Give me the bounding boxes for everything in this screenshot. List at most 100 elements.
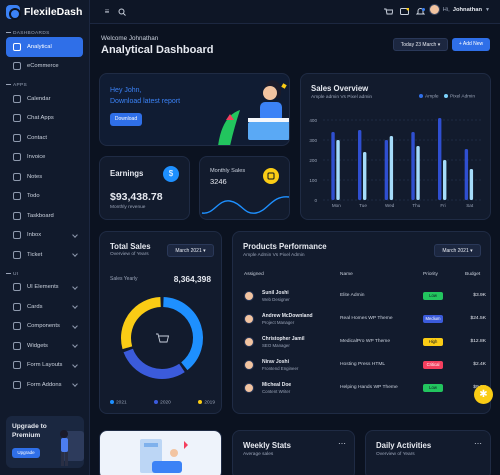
sidebar-item-todo[interactable]: Todo [6,187,83,207]
legend-ample: Ample [425,94,439,100]
sidebar-item-contact[interactable]: Contact [6,128,83,148]
sidebar-item-form-addons[interactable]: Form Addons [6,375,83,395]
sales-yearly-value: 8,364,398 [173,274,211,284]
inbox-icon [13,231,21,240]
row-person-name: Micheal Doe [262,382,292,388]
nav-section-label: DASHBOARDS [0,30,89,37]
section-dash [6,84,11,86]
sidebar-item-label: Form Layouts [27,362,63,369]
sidebar-item-ecommerce[interactable]: eCommerce [6,57,83,77]
earnings-label: Monthly revenue [110,205,146,210]
daily-title: Daily Activities [376,441,432,450]
col-priority: Priority [423,272,438,277]
monthly-sales-value: 3246 [210,177,227,186]
bar-ample [464,149,469,200]
form-layouts-icon [13,361,21,370]
bell-icon[interactable] [415,8,426,16]
table-row[interactable]: Nirav Joshi Frontend Engineer Hosting Pres… [233,354,490,377]
brand-logo[interactable]: FlexileDash [0,0,89,24]
sidebar-item-ticket[interactable]: Ticket [6,245,83,265]
form-addons-icon [13,380,21,389]
sidebar-item-notes[interactable]: Notes [6,167,83,187]
bar-pixel-admin [389,136,394,200]
bar-ample [331,132,335,200]
section-title: UI [13,271,19,277]
search-icon[interactable] [118,8,126,16]
chart-legend: Ample Pixel Admin [419,94,475,99]
sidebar-item-components[interactable]: Components [6,317,83,337]
user-menu[interactable]: Hi, Johnathan ▼ [428,4,490,15]
sidebar-item-label: Todo [27,193,40,200]
monthly-sales-card: Monthly Sales 3246 [199,156,290,220]
x-tick-label: Tue [359,203,367,208]
total-sales-select[interactable]: March 2021 ▾ [167,244,214,257]
table-row[interactable]: Christopher Jamil SEO Manager MedicalPro W… [233,331,490,354]
add-new-button[interactable]: + Add New [452,38,490,51]
sidebar-item-label: UI Elements [27,284,59,291]
invoice-icon [13,153,21,162]
upgrade-button[interactable]: Upgrade [12,448,40,458]
todo-icon [13,192,21,201]
more-icon[interactable]: ⋯ [474,439,482,448]
greeting: Hi, [442,6,450,13]
hero-line2: Download latest report [110,98,181,105]
sidebar-item-label: Contact [27,134,47,141]
bar-pixel-admin [363,152,367,200]
row-budget: $24.5K [470,316,486,321]
legend-2020: 2020 [154,400,171,405]
cart-icon [156,333,170,343]
sidebar-item-ui-elements[interactable]: UI Elements [6,278,83,298]
sidebar-item-label: Widgets [27,342,48,349]
page-header: Welcome Johnathan Analytical Dashboard [101,35,213,56]
table-row[interactable]: Andrew McDownland Project Manager Real Hom… [233,308,490,331]
table-row[interactable]: Sunil Joshi Web Designer Elite Admin Low $3.… [233,285,490,308]
sales-yearly-label: Sales Yearly [110,276,138,282]
sidebar-item-chat-apps[interactable]: Chat Apps [6,109,83,129]
total-sales-donut [121,297,203,379]
col-name: Name [340,272,353,277]
legend-2019: 2019 [198,400,215,405]
bar-ample [358,130,362,200]
chat-icon[interactable] [400,7,410,16]
chevron-down-icon [72,361,78,368]
more-icon[interactable]: ⋯ [338,439,346,448]
nav-section-label: APPS [0,82,89,89]
chevron-down-icon [72,303,78,309]
analytical-icon [13,42,21,51]
row-project: Elite Admin [340,293,365,298]
row-budget: $12.8K [470,339,486,344]
sidebar-item-cards[interactable]: Cards [6,297,83,317]
widgets-icon [13,341,21,350]
bar-ample [384,140,389,200]
topbar: ≡ Hi, Johnathan ▼ [90,0,500,24]
sidebar-item-calendar[interactable]: Calendar [6,89,83,109]
menu-icon[interactable]: ≡ [103,8,111,16]
sidebar-item-taskboard[interactable]: Taskboard [6,206,83,226]
bar-pixel-admin [469,169,474,200]
col-assigned: Assigned [244,272,264,277]
download-button[interactable]: Download [110,113,142,126]
daily-activities-card: Daily Activities Overview of Years ⋯ [365,430,491,475]
products-select[interactable]: March 2021 ▾ [434,244,481,257]
donut-slice-2021 [162,297,203,371]
sidebar-item-form-layouts[interactable]: Form Layouts [6,356,83,376]
total-sales-subtitle: Overview of Years [110,252,149,257]
sidebar-item-label: Invoice [27,154,46,161]
row-avatar [244,314,254,324]
nav-section-label: UI [0,271,89,278]
table-header: Assigned Name Priority Budget [233,272,490,282]
sidebar-item-widgets[interactable]: Widgets [6,336,83,356]
hero-line1: Hey John, [110,87,142,94]
settings-fab-icon[interactable]: ✱ [474,385,493,404]
table-row[interactable]: Micheal Doe Content Writer Helping Hands W… [233,377,490,400]
sidebar-item-analytical[interactable]: Analytical [6,37,83,57]
bar-ample [438,118,442,200]
section-title: APPS [13,83,27,88]
date-select[interactable]: Today 23 March ▾ [393,38,448,51]
cart-icon[interactable] [384,8,394,16]
row-person-name: Nirav Joshi [262,359,289,365]
sidebar-item-invoice[interactable]: Invoice [6,148,83,168]
sidebar-item-inbox[interactable]: Inbox [6,226,83,246]
y-tick-label: 400 [309,118,317,123]
weekly-subtitle: Average sales [243,452,274,457]
